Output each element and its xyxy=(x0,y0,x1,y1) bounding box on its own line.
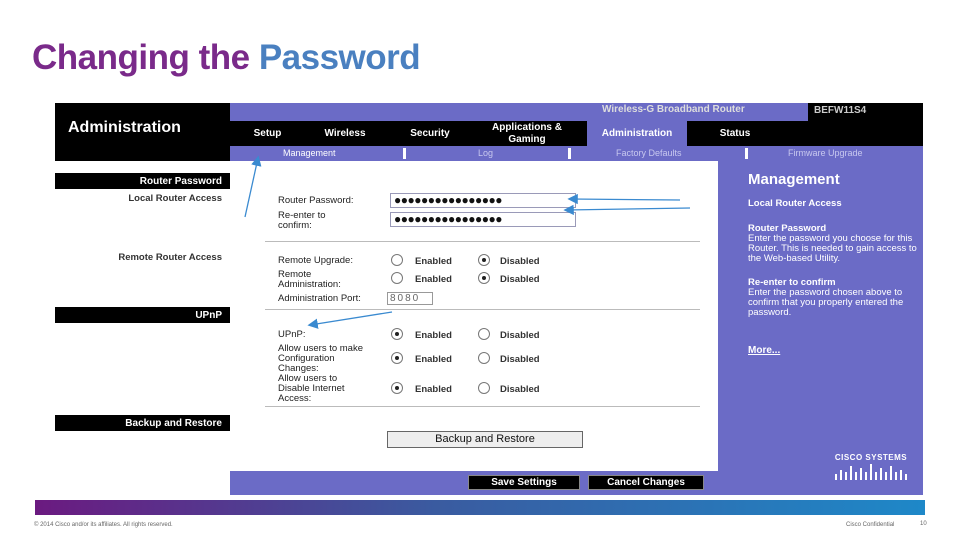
subtab-separator xyxy=(568,148,571,159)
tab-setup[interactable]: Setup xyxy=(240,121,295,146)
upnp-field-label: UPnP: xyxy=(278,329,306,340)
upnp-disabled-radio[interactable] xyxy=(478,328,490,340)
subtab-separator xyxy=(745,148,748,159)
subtab-log[interactable]: Log xyxy=(478,148,493,158)
upnp-enabled-label: Enabled xyxy=(415,330,452,341)
backup-restore-button[interactable]: Backup and Restore xyxy=(387,431,583,448)
slide-title-part2: Password xyxy=(258,38,421,77)
remote-admin-enabled-radio[interactable] xyxy=(391,272,403,284)
form-area: Router Password: ●●●●●●●●●●●●●●●● Re-ent… xyxy=(230,161,718,471)
left-label-remote-access: Remote Router Access xyxy=(118,252,222,263)
model-number: BEFW11S4 xyxy=(808,103,923,121)
section-title: Administration xyxy=(68,119,181,136)
tab-administration[interactable]: Administration xyxy=(587,121,687,146)
product-name: Wireless-G Broadband Router xyxy=(602,104,745,115)
help-title: Management xyxy=(748,171,840,188)
allow-disable-disabled-label: Disabled xyxy=(500,384,540,395)
page-number: 10 xyxy=(920,521,927,527)
cisco-logo-text: CISCO SYSTEMS xyxy=(834,453,908,462)
cancel-changes-button[interactable]: Cancel Changes xyxy=(588,475,704,490)
router-password-label: Router Password: xyxy=(278,195,354,206)
allow-config-enabled-radio[interactable] xyxy=(391,352,403,364)
reenter-password-input[interactable]: ●●●●●●●●●●●●●●●● xyxy=(390,212,576,227)
subtab-factory-defaults[interactable]: Factory Defaults xyxy=(616,148,682,158)
allow-disable-enabled-radio[interactable] xyxy=(391,382,403,394)
allow-config-disabled-radio[interactable] xyxy=(478,352,490,364)
footer-bar xyxy=(35,500,925,515)
tab-status[interactable]: Status xyxy=(700,121,770,146)
cisco-bars-icon xyxy=(835,464,907,480)
upnp-enabled-radio[interactable] xyxy=(391,328,403,340)
help-local-access: Local Router Access xyxy=(748,198,842,209)
help-reenter-text: Enter the password chosen above to confi… xyxy=(748,287,904,318)
router-screenshot: Administration Wireless-G Broadband Rout… xyxy=(55,103,923,495)
slide-title-part1: Changing the xyxy=(32,38,259,77)
divider xyxy=(265,241,700,242)
allow-disable-label-3: Access: xyxy=(278,393,312,404)
remote-admin-disabled-radio[interactable] xyxy=(478,272,490,284)
remote-upgrade-enabled-radio[interactable] xyxy=(391,254,403,266)
remote-upgrade-label: Remote Upgrade: xyxy=(278,255,353,266)
router-password-input[interactable]: ●●●●●●●●●●●●●●●● xyxy=(390,193,576,208)
help-panel: Management Local Router Access Router Pa… xyxy=(718,161,923,495)
divider xyxy=(265,309,700,310)
subtab-separator xyxy=(403,148,406,159)
admin-port-input[interactable]: 8080 xyxy=(387,292,433,305)
subtab-management[interactable]: Management xyxy=(283,148,336,158)
help-more-link[interactable]: More... xyxy=(748,345,780,356)
remote-admin-disabled-label: Disabled xyxy=(500,274,540,285)
help-router-password-text: Enter the password you choose for this R… xyxy=(748,233,917,264)
left-head-upnp: UPnP xyxy=(55,307,230,323)
reenter-label-2: confirm: xyxy=(278,220,312,231)
sub-tabs: Management Log Factory Defaults Firmware… xyxy=(230,146,923,161)
allow-config-enabled-label: Enabled xyxy=(415,354,452,365)
tab-wireless[interactable]: Wireless xyxy=(305,121,385,146)
allow-disable-disabled-radio[interactable] xyxy=(478,382,490,394)
product-bar: Wireless-G Broadband Router BEFW11S4 xyxy=(230,103,923,121)
remote-admin-enabled-label: Enabled xyxy=(415,274,452,285)
left-panel: Router Password Local Router Access Remo… xyxy=(55,161,230,495)
save-settings-button[interactable]: Save Settings xyxy=(468,475,580,490)
subtab-firmware-upgrade[interactable]: Firmware Upgrade xyxy=(788,148,863,158)
footer-confidential: Cisco Confidential xyxy=(846,522,895,528)
left-head-backup: Backup and Restore xyxy=(55,415,230,431)
divider xyxy=(265,406,700,407)
remote-upgrade-disabled-radio[interactable] xyxy=(478,254,490,266)
left-label-local-access: Local Router Access xyxy=(128,193,222,204)
left-head-router-password: Router Password xyxy=(55,173,230,189)
upnp-disabled-label: Disabled xyxy=(500,330,540,341)
allow-config-disabled-label: Disabled xyxy=(500,354,540,365)
remote-upgrade-enabled-label: Enabled xyxy=(415,256,452,267)
remote-admin-label-2: Administration: xyxy=(278,279,341,290)
tab-security[interactable]: Security xyxy=(390,121,470,146)
allow-disable-enabled-label: Enabled xyxy=(415,384,452,395)
slide-title: Changing the Password xyxy=(32,38,421,78)
admin-port-label: Administration Port: xyxy=(278,293,361,304)
tab-applications-gaming[interactable]: Applications & Gaming xyxy=(477,121,577,146)
main-tabs: Setup Wireless Security Applications & G… xyxy=(230,121,923,146)
footer-copyright: © 2014 Cisco and/or its affiliates. All … xyxy=(34,522,173,528)
remote-upgrade-disabled-label: Disabled xyxy=(500,256,540,267)
cisco-logo: CISCO SYSTEMS xyxy=(831,453,911,487)
